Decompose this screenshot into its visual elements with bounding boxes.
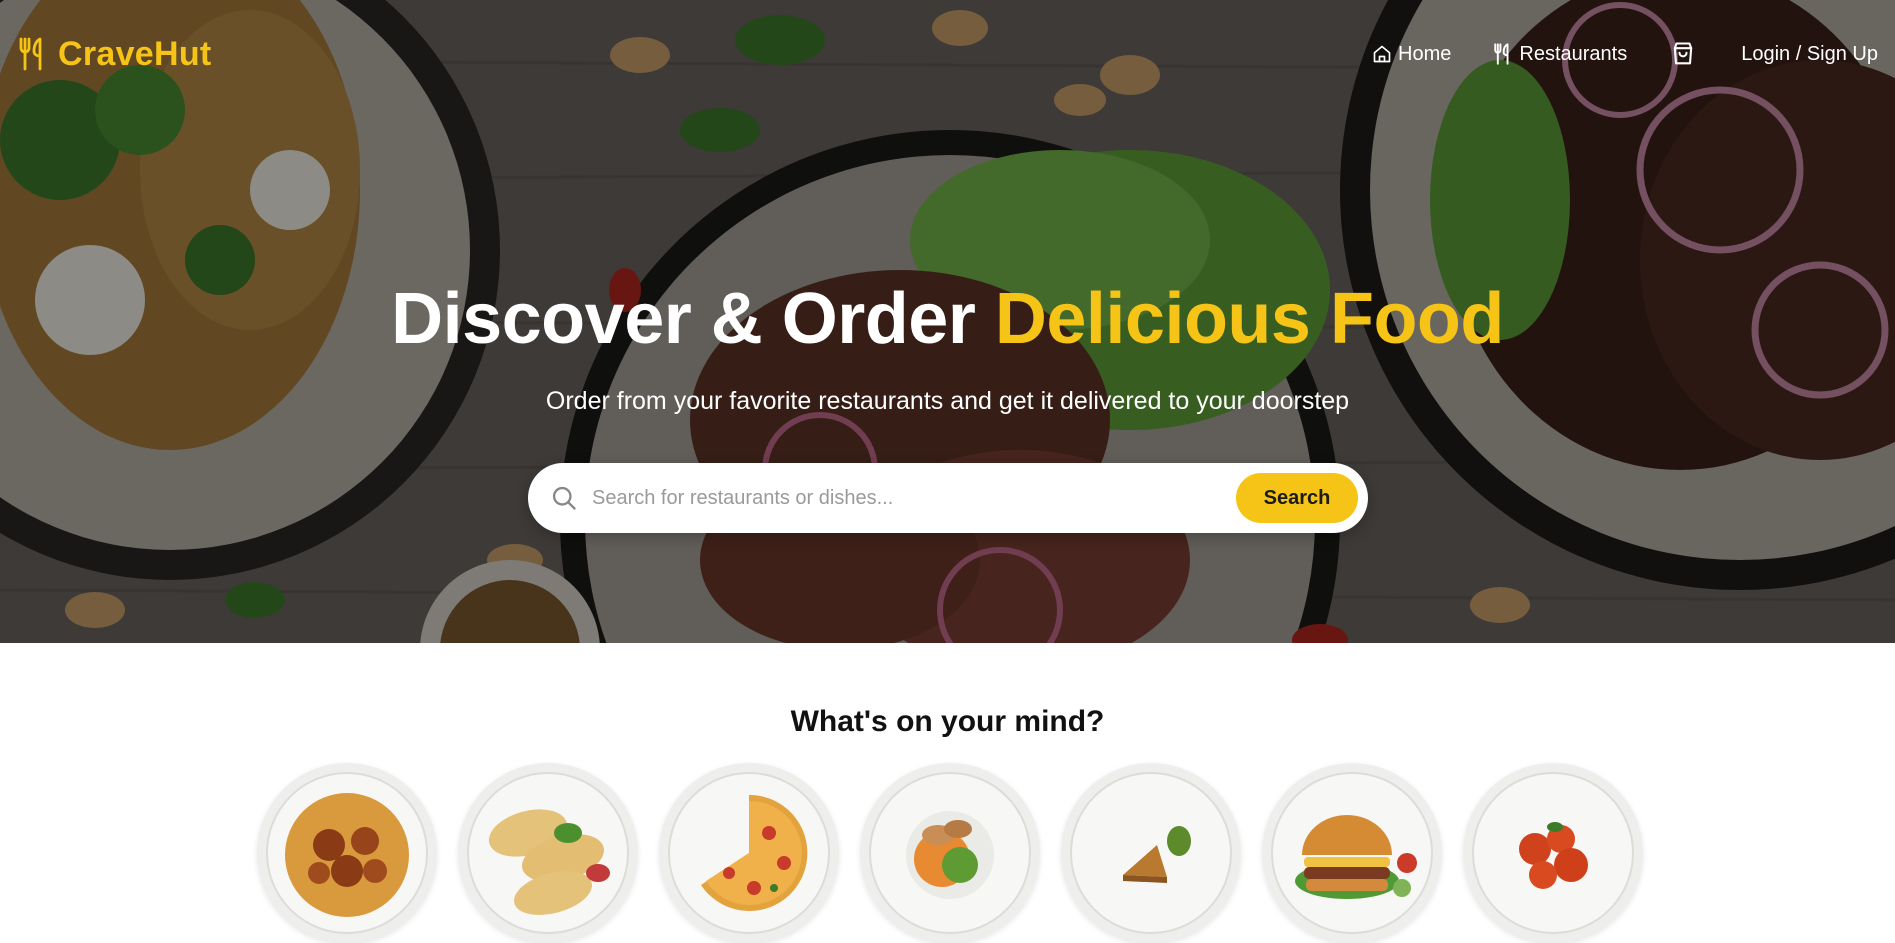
hero-content: Discover & Order Delicious Food Order fr… xyxy=(0,279,1895,416)
nav-restaurants-link[interactable]: Restaurants xyxy=(1493,43,1627,66)
brand-name: CraveHut xyxy=(58,34,212,73)
brand-logo[interactable]: CraveHut xyxy=(18,35,212,74)
home-icon xyxy=(1372,44,1392,64)
category-item-dessert[interactable] xyxy=(1061,763,1241,943)
hero-title: Discover & Order Delicious Food xyxy=(0,279,1895,359)
category-item-chicken-wings[interactable] xyxy=(1463,763,1643,943)
category-item-burger[interactable] xyxy=(1262,763,1442,943)
nav-restaurants-label: Restaurants xyxy=(1519,42,1628,65)
fork-knife-icon xyxy=(18,37,48,71)
search-input[interactable] xyxy=(590,485,1236,511)
hero-title-accent: Delicious Food xyxy=(994,279,1505,359)
wraps-image xyxy=(467,772,629,934)
hero-subtitle: Order from your favorite restaurants and… xyxy=(545,387,1350,416)
categories-section: What's on your mind? xyxy=(0,643,1895,943)
top-navbar: CraveHut Home Restaurants Login / Sign U… xyxy=(0,0,1895,110)
shopping-bag-icon xyxy=(1669,40,1697,68)
nav-links: Home Restaurants Login / Sign Up xyxy=(1372,40,1878,68)
nav-home-label: Home xyxy=(1398,42,1452,65)
salad-image xyxy=(869,772,1031,934)
hero-title-main: Discover & Order xyxy=(391,279,976,359)
burger-image xyxy=(1271,772,1433,934)
search-icon xyxy=(550,484,590,512)
biryani-image xyxy=(266,772,428,934)
category-item-salad[interactable] xyxy=(860,763,1040,943)
nav-home-link[interactable]: Home xyxy=(1372,43,1451,66)
pizza-image xyxy=(668,772,830,934)
chicken-wings-image xyxy=(1472,772,1634,934)
category-list xyxy=(257,763,1643,943)
category-item-biryani[interactable] xyxy=(257,763,437,943)
cart-button[interactable] xyxy=(1669,40,1697,68)
category-item-pizza[interactable] xyxy=(659,763,839,943)
search-button[interactable]: Search xyxy=(1236,473,1358,523)
dessert-image xyxy=(1070,772,1232,934)
login-signup-link[interactable]: Login / Sign Up xyxy=(1741,43,1878,66)
fork-knife-icon xyxy=(1493,43,1513,65)
categories-heading: What's on your mind? xyxy=(790,705,1105,738)
hero-section: CraveHut Home Restaurants Login / Sign U… xyxy=(0,0,1895,643)
login-signup-label: Login / Sign Up xyxy=(1741,42,1878,65)
category-item-wraps[interactable] xyxy=(458,763,638,943)
search-bar: Search xyxy=(528,463,1368,533)
